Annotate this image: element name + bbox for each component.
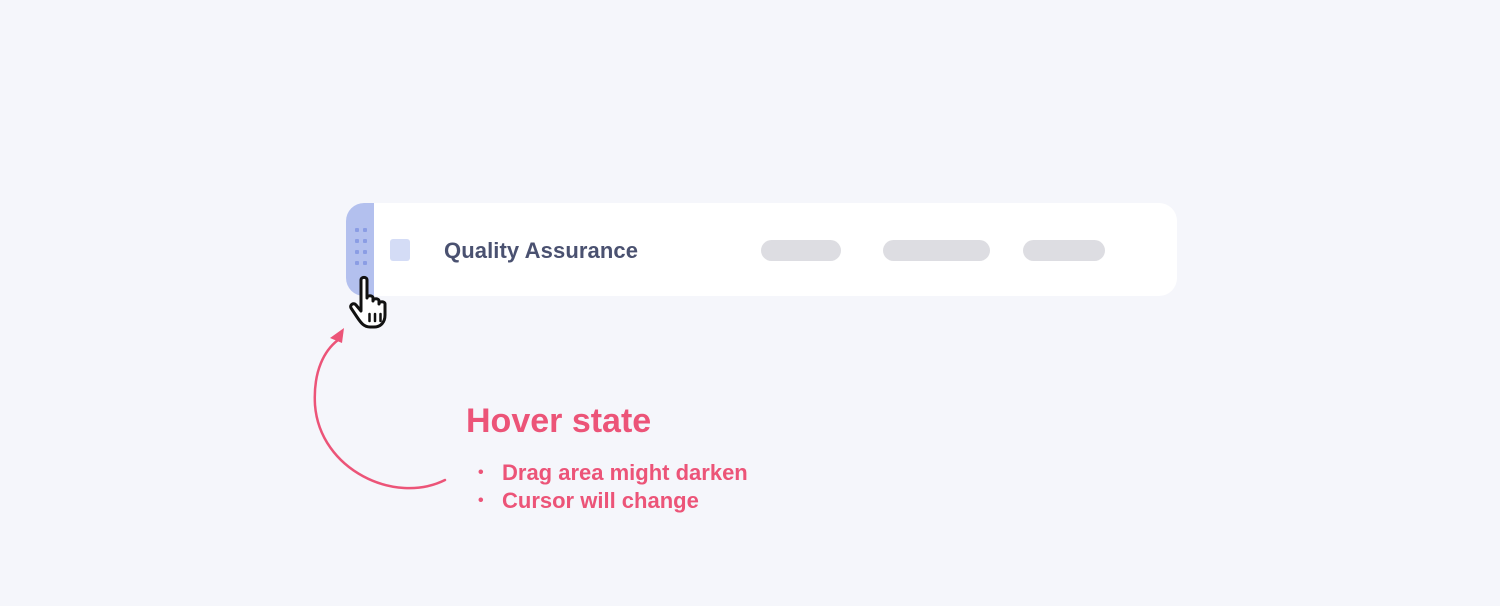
list-row-card[interactable]: Quality Assurance <box>346 203 1177 296</box>
drag-dots-icon <box>355 228 367 276</box>
canvas: Quality Assurance Hover state • Drag are… <box>0 0 1500 606</box>
row-title: Quality Assurance <box>444 238 639 263</box>
row-checkbox[interactable] <box>390 239 410 261</box>
placeholder-pill <box>761 240 841 261</box>
annotation-bullet-text: Drag area might darken <box>502 460 748 485</box>
placeholder-pill <box>1023 240 1105 261</box>
bullet-glyph: • <box>478 492 484 509</box>
annotation-bullet-item: • Drag area might darken <box>478 459 748 487</box>
annotation-title: Hover state <box>466 402 652 440</box>
curved-arrow-icon <box>313 328 447 490</box>
annotation-list: • Drag area might darken • Cursor will c… <box>478 459 748 515</box>
bullet-glyph: • <box>478 464 484 481</box>
annotation-bullet-item: • Cursor will change <box>478 487 748 515</box>
annotation-bullet-text: Cursor will change <box>502 488 699 513</box>
placeholder-pill <box>883 240 990 261</box>
